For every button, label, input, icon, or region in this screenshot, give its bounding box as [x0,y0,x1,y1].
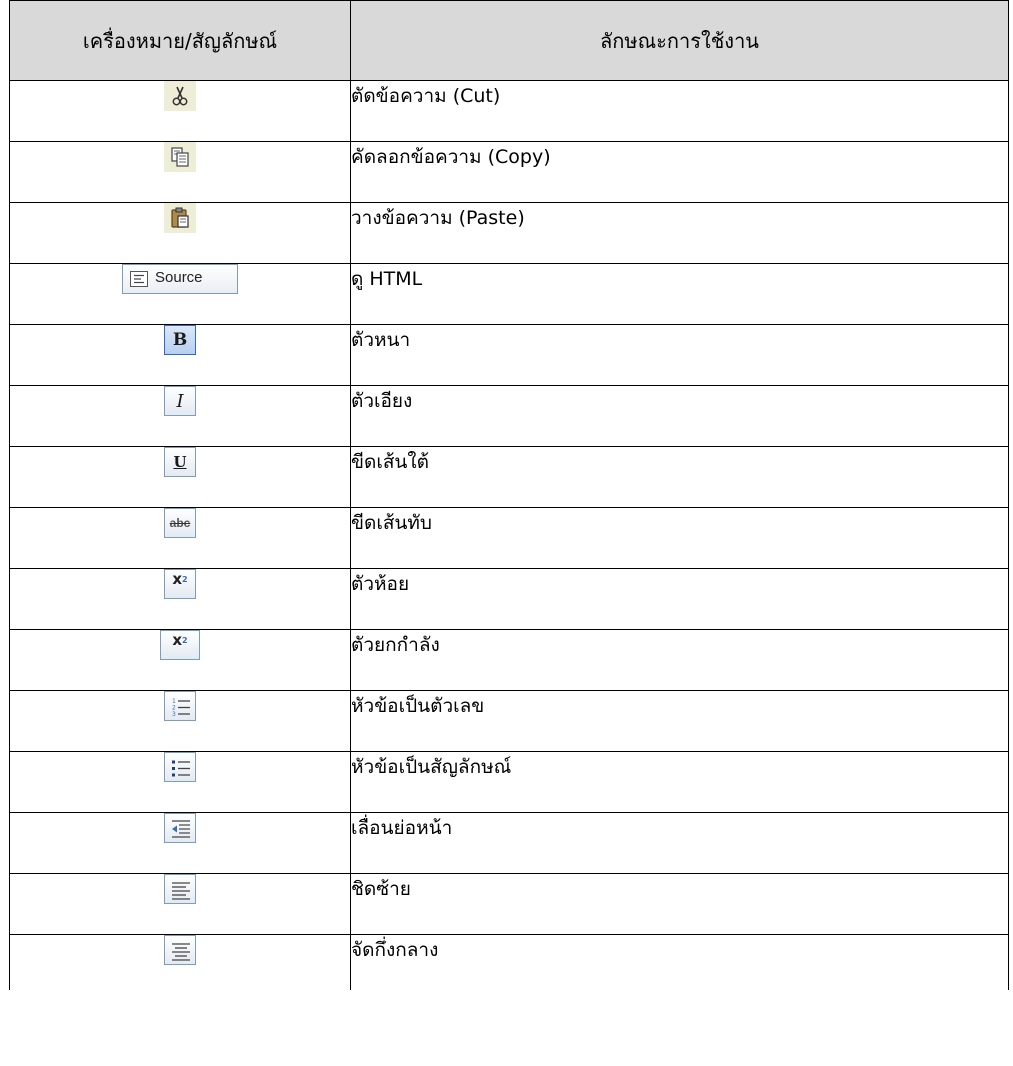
align-left-icon [164,874,196,904]
outdent-icon [164,813,196,843]
align-center-icon [164,935,196,965]
numbered-list-icon: 1 2 3 [164,691,196,721]
svg-text:3: 3 [172,711,176,718]
underline-label: U [173,453,187,471]
copy-icon [164,142,196,172]
usage-cell: ชิดซ้าย [350,873,1009,935]
usage-cell: เลื่อนย่อหน้า [350,812,1009,874]
usage-cell: ตัวเอียง [350,385,1009,447]
header-usage: ลักษณะการใช้งาน [350,0,1009,81]
superscript-icon: x2 [160,630,200,660]
usage-cell: ตัวยกกำลัง [350,629,1009,691]
table-header-row: เครื่องหมาย/สัญลักษณ์ ลักษณะการใช้งาน [9,0,1009,81]
table-row: เลื่อนย่อหน้า [9,812,1009,874]
header-symbol: เครื่องหมาย/สัญลักษณ์ [9,0,351,81]
table-row: Source ดู HTML [9,263,1009,325]
table-row: I ตัวเอียง [9,385,1009,447]
symbol-cell [9,873,351,935]
table-row: คัดลอกข้อความ (Copy) [9,141,1009,203]
usage-cell: ดู HTML [350,263,1009,325]
usage-cell: วางข้อความ (Paste) [350,202,1009,264]
table-row: abc ขีดเส้นทับ [9,507,1009,569]
bold-label: B [172,330,188,350]
symbol-cell: Source [9,263,351,325]
strikethrough-label: abc [169,516,191,530]
symbol-cell: B [9,324,351,386]
table-row: ชิดซ้าย [9,873,1009,935]
superscript-label: x [172,631,183,649]
table-row: 1 2 3 หัวข้อเป็นตัวเลข [9,690,1009,752]
bulleted-list-icon [164,752,196,782]
italic-label: I [176,390,184,412]
symbol-cell: abc [9,507,351,569]
symbol-cell [9,812,351,874]
symbol-cell [9,202,351,264]
bold-icon: B [164,325,196,355]
usage-cell: หัวข้อเป็นตัวเลข [350,690,1009,752]
usage-cell: หัวข้อเป็นสัญลักษณ์ [350,751,1009,813]
table-row: วางข้อความ (Paste) [9,202,1009,264]
symbol-cell [9,141,351,203]
table-row: หัวข้อเป็นสัญลักษณ์ [9,751,1009,813]
symbol-cell: U [9,446,351,508]
usage-cell: ตัดข้อความ (Cut) [350,80,1009,142]
symbol-cell: 1 2 3 [9,690,351,752]
table-row: U ขีดเส้นใต้ [9,446,1009,508]
strikethrough-icon: abc [164,508,196,538]
table-row: จัดกึ่งกลาง [9,934,1009,990]
usage-cell: คัดลอกข้อความ (Copy) [350,141,1009,203]
usage-cell: ตัวห้อย [350,568,1009,630]
table-row: B ตัวหนา [9,324,1009,386]
source-button: Source [122,264,238,294]
usage-cell: จัดกึ่งกลาง [350,934,1009,990]
source-label: Source [155,269,203,286]
symbol-cell [9,934,351,990]
symbol-cell [9,80,351,142]
usage-cell: ขีดเส้นทับ [350,507,1009,569]
italic-icon: I [164,386,196,416]
toolbar-icon-table: เครื่องหมาย/สัญลักษณ์ ลักษณะการใช้งาน ตั… [9,0,1009,990]
subscript-label: x [172,570,183,588]
table-row: ตัดข้อความ (Cut) [9,80,1009,142]
source-icon [130,271,148,287]
underline-icon: U [164,447,196,477]
usage-cell: ขีดเส้นใต้ [350,446,1009,508]
subscript-icon: x2 [164,569,196,599]
usage-cell: ตัวหนา [350,324,1009,386]
scissors-icon [164,81,196,111]
paste-icon [164,203,196,233]
table-row: x2 ตัวห้อย [9,568,1009,630]
symbol-cell: x2 [9,568,351,630]
symbol-cell: x2 [9,629,351,691]
table-row: x2 ตัวยกกำลัง [9,629,1009,691]
symbol-cell: I [9,385,351,447]
symbol-cell [9,751,351,813]
